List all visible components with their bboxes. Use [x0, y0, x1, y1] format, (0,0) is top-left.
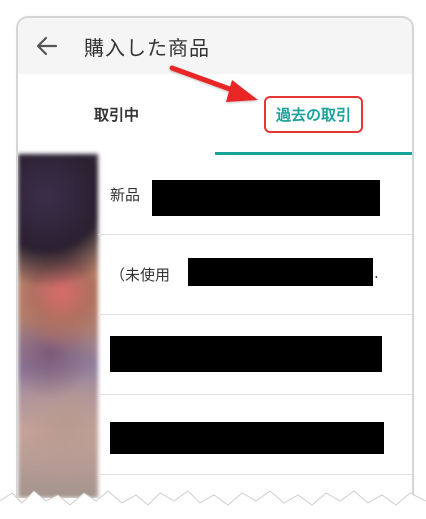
tab-in-progress[interactable]: 取引中 [18, 74, 215, 154]
arrow-left-icon [36, 36, 58, 56]
tab-past-transactions-label: 過去の取引 [263, 95, 363, 133]
page-title: 購入した商品 [84, 35, 210, 60]
list-item[interactable] [98, 314, 412, 395]
item-thumbnails-blurred [18, 154, 98, 498]
back-button[interactable] [24, 23, 70, 69]
redaction-bar [110, 336, 382, 372]
item-title-suffix: . [374, 264, 379, 282]
purchased-items-list: 新品 （未使用 . [18, 154, 412, 498]
tab-bar: 取引中 過去の取引 [18, 74, 412, 154]
item-title: 新品 [110, 185, 141, 204]
list-item[interactable]: 新品 [98, 154, 412, 235]
torn-edge [0, 490, 426, 519]
tab-past-transactions[interactable]: 過去の取引 [215, 74, 412, 154]
list-item[interactable] [98, 394, 412, 475]
item-title: （未使用 [110, 265, 171, 284]
redaction-bar [110, 422, 384, 454]
phone-screen: 購入した商品 取引中 過去の取引 新品 （未使用 . [16, 16, 414, 498]
redaction-bar [152, 180, 380, 216]
list-item[interactable]: （未使用 . [98, 234, 412, 315]
tab-in-progress-label: 取引中 [93, 105, 139, 124]
app-bar: 購入した商品 [18, 18, 412, 75]
redaction-bar [188, 258, 373, 286]
